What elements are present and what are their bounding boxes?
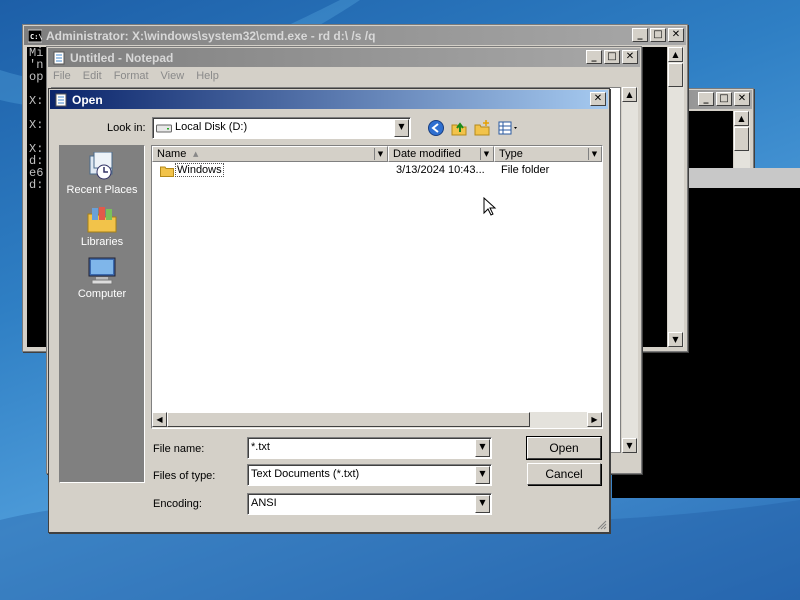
- close-button[interactable]: ✕: [668, 28, 684, 42]
- window-title: Administrator: X:\windows\system32\cmd.e…: [46, 28, 376, 43]
- maximize-button[interactable]: □: [604, 50, 620, 64]
- scroll-up-button[interactable]: ▲: [734, 111, 749, 126]
- place-label: Libraries: [80, 236, 124, 248]
- chevron-down-icon[interactable]: ▼: [394, 119, 409, 137]
- minimize-button[interactable]: _: [586, 50, 602, 64]
- menu-edit[interactable]: Edit: [83, 70, 102, 82]
- notepad-titlebar[interactable]: Untitled - Notepad: [48, 48, 640, 67]
- close-button[interactable]: ✕: [622, 50, 638, 64]
- cmd-window-titlebar[interactable]: C:\ Administrator: X:\windows\system32\c…: [24, 26, 686, 45]
- column-header-type[interactable]: Type ▼: [494, 146, 602, 162]
- scroll-thumb[interactable]: [734, 127, 749, 151]
- libraries-icon: [87, 207, 117, 233]
- scroll-up-button[interactable]: ▲: [622, 87, 637, 102]
- place-computer[interactable]: Computer: [60, 256, 144, 300]
- minimize-button[interactable]: _: [632, 28, 648, 42]
- chevron-down-icon[interactable]: ▼: [475, 439, 490, 457]
- window-title: Untitled - Notepad: [70, 50, 174, 65]
- mouse-pointer-icon: [483, 197, 497, 216]
- window-title: Open: [72, 92, 103, 107]
- file-list[interactable]: Name ▲ ▼ Date modified ▼ Type ▼ Windows …: [151, 145, 603, 429]
- menu-format[interactable]: Format: [114, 70, 149, 82]
- computer-icon: [88, 257, 116, 285]
- encoding-label: Encoding:: [153, 498, 202, 510]
- console-line: X:: [29, 94, 44, 108]
- cancel-button[interactable]: Cancel: [527, 463, 601, 485]
- scroll-down-button[interactable]: ▼: [622, 438, 637, 453]
- view-menu-icon[interactable]: [497, 119, 521, 137]
- look-in-label: Look in:: [107, 122, 146, 134]
- chevron-down-icon[interactable]: ▼: [588, 148, 600, 160]
- scroll-thumb[interactable]: [668, 63, 683, 87]
- menu-view[interactable]: View: [161, 70, 185, 82]
- files-of-type-dropdown[interactable]: Text Documents (*.txt) ▼: [247, 464, 492, 486]
- cmd-icon: C:\: [28, 29, 42, 42]
- column-header-date-modified[interactable]: Date modified ▼: [388, 146, 494, 162]
- file-name-label: File name:: [153, 443, 205, 455]
- scroll-thumb[interactable]: [167, 412, 530, 427]
- file-date-modified: 3/13/2024 10:43...: [396, 164, 485, 176]
- chevron-down-icon[interactable]: ▼: [475, 495, 490, 513]
- scroll-right-button[interactable]: ▶: [587, 412, 602, 427]
- close-button[interactable]: ✕: [734, 92, 750, 106]
- place-libraries[interactable]: Libraries: [60, 204, 144, 248]
- open-dialog-titlebar[interactable]: Open: [50, 90, 608, 109]
- cmd-scrollbar[interactable]: ▲ ▼: [668, 47, 684, 347]
- maximize-button[interactable]: □: [716, 92, 732, 106]
- notepad-icon: [55, 93, 67, 106]
- up-folder-icon[interactable]: [450, 119, 468, 137]
- places-bar: Recent Places Libraries Computer: [59, 145, 145, 483]
- menu-help[interactable]: Help: [196, 70, 219, 82]
- back-icon[interactable]: [427, 119, 445, 137]
- drive-icon: [156, 124, 172, 133]
- notepad-icon: [53, 51, 65, 64]
- files-of-type-label: Files of type:: [153, 470, 216, 482]
- file-name: Windows: [175, 163, 224, 177]
- file-list-hscrollbar[interactable]: ◀ ▶: [152, 412, 602, 428]
- file-type: File folder: [501, 164, 550, 176]
- folder-icon: [160, 166, 174, 177]
- maximize-button[interactable]: □: [650, 28, 666, 42]
- svg-text:C:\: C:\: [30, 33, 42, 41]
- new-folder-icon[interactable]: [473, 119, 491, 137]
- place-label: Computer: [77, 288, 127, 300]
- file-row[interactable]: Windows 3/13/2024 10:43... File folder: [154, 163, 600, 179]
- chevron-down-icon[interactable]: ▼: [475, 466, 490, 484]
- notepad-scrollbar[interactable]: ▲ ▼: [622, 87, 638, 453]
- chevron-down-icon[interactable]: ▼: [374, 148, 386, 160]
- recent-places-icon: [89, 152, 113, 180]
- console-line: op: [29, 70, 44, 84]
- notepad-menubar: File Edit Format View Help: [53, 70, 219, 82]
- column-header-name[interactable]: Name ▲ ▼: [152, 146, 388, 162]
- open-button[interactable]: Open: [526, 436, 602, 460]
- encoding-dropdown[interactable]: ANSI ▼: [247, 493, 492, 515]
- open-dialog: Open ✕ Look in: Local Disk (D:) ▼ Recent…: [48, 88, 610, 533]
- look-in-value: Local Disk (D:): [175, 121, 248, 133]
- scroll-down-button[interactable]: ▼: [668, 332, 683, 347]
- minimize-button[interactable]: _: [698, 92, 714, 106]
- place-label: Recent Places: [66, 184, 138, 196]
- scroll-left-button[interactable]: ◀: [152, 412, 167, 427]
- chevron-down-icon[interactable]: ▼: [480, 148, 492, 160]
- console-line: d:: [29, 178, 44, 192]
- file-name-input[interactable]: *.txt ▼: [247, 437, 492, 459]
- console-line: X:: [29, 118, 44, 132]
- sort-up-icon: ▲: [193, 150, 199, 158]
- size-grip-icon[interactable]: [595, 518, 607, 530]
- look-in-dropdown[interactable]: Local Disk (D:) ▼: [152, 117, 411, 139]
- place-recent-places[interactable]: Recent Places: [60, 152, 144, 196]
- close-button[interactable]: ✕: [590, 92, 606, 106]
- menu-file[interactable]: File: [53, 70, 71, 82]
- console-lines: Mi'n op X: X: X: d: e6 d:: [29, 47, 43, 191]
- scroll-up-button[interactable]: ▲: [668, 47, 683, 62]
